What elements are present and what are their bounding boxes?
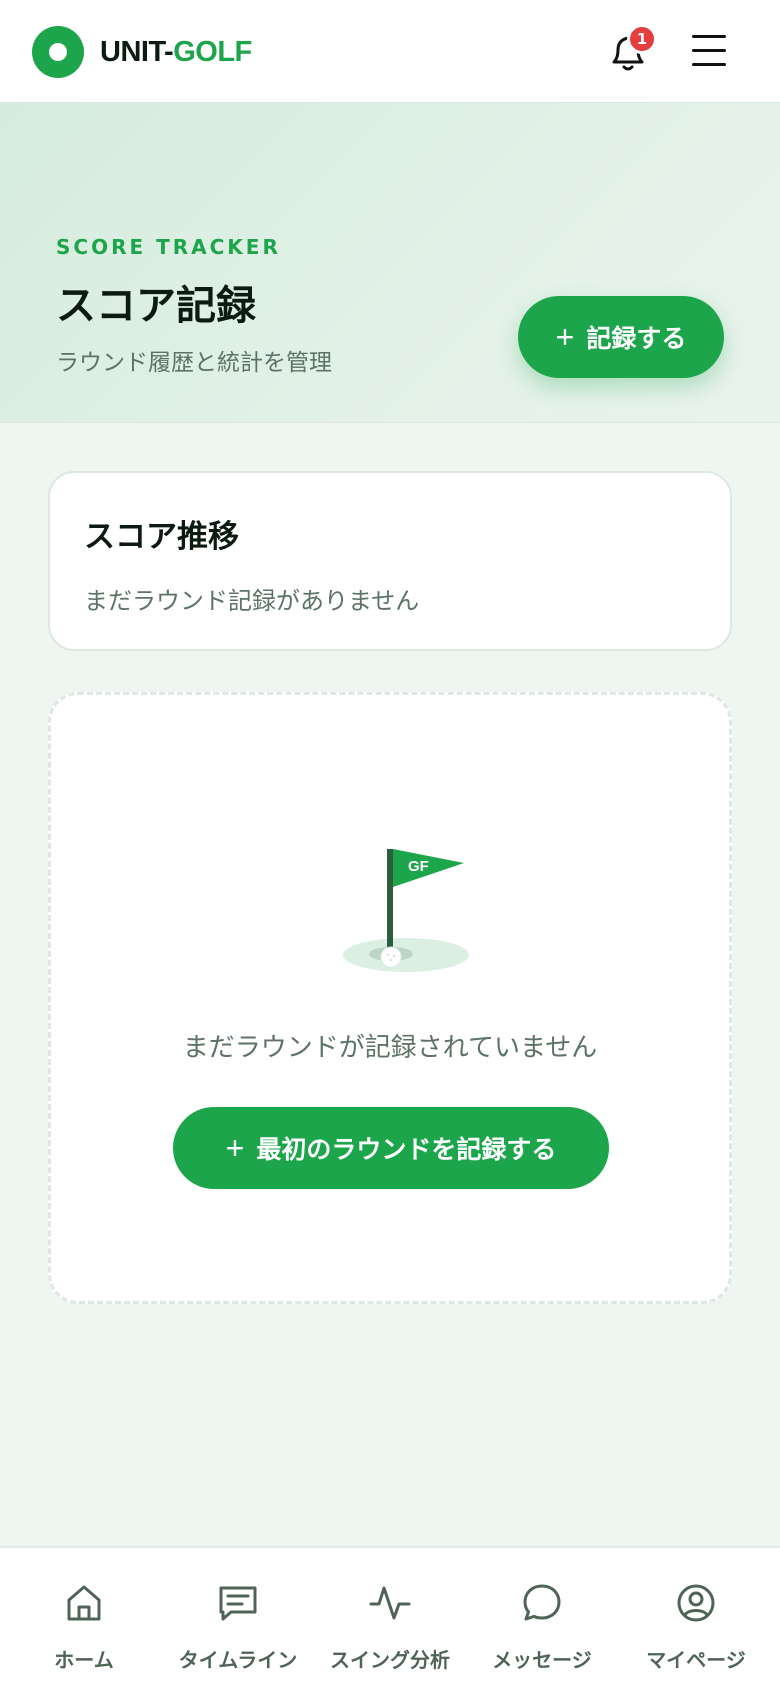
nav-item-my-page[interactable]: マイページ bbox=[618, 1548, 774, 1688]
activity-icon bbox=[369, 1586, 411, 1620]
nav-item-swing-analysis[interactable]: スイング分析 bbox=[312, 1548, 468, 1688]
logo-prefix: UNIT- bbox=[100, 36, 174, 68]
nav-label-timeline: タイムライン bbox=[178, 1648, 298, 1672]
nav-label-home: ホーム bbox=[54, 1648, 114, 1672]
golf-flag-icon: GF bbox=[341, 835, 471, 975]
logo-text[interactable]: UNIT-GOLF bbox=[100, 32, 252, 72]
empty-state-message: まだラウンドが記録されていません bbox=[182, 1033, 598, 1063]
record-first-round-button[interactable]: + 最初のラウンドを記録する bbox=[173, 1107, 609, 1189]
record-button-label: 記録する bbox=[586, 325, 687, 353]
score-trend-card: スコア推移 まだラウンド記録がありません bbox=[48, 471, 732, 651]
logo-accent: GOLF bbox=[173, 36, 252, 68]
score-page: UNIT-GOLF 1 SCORE TRACKER スコア記録 ラウンド履歴と統… bbox=[0, 0, 780, 1688]
nav-item-timeline[interactable]: タイムライン bbox=[160, 1548, 316, 1688]
empty-rounds-card: GF まだラウンドが記録されていません + 最初のラウンドを記録する bbox=[48, 692, 732, 1304]
score-trend-empty-text: まだラウンド記録がありません bbox=[84, 587, 420, 615]
notification-badge: 1 bbox=[627, 24, 657, 54]
nav-label-swing-analysis: スイング分析 bbox=[330, 1648, 450, 1672]
nav-label-my-page: マイページ bbox=[646, 1648, 746, 1672]
plus-icon: + bbox=[225, 1130, 245, 1166]
home-icon bbox=[67, 1585, 101, 1621]
page-title: スコア記録 bbox=[56, 283, 256, 329]
nav-label-messages: メッセージ bbox=[492, 1648, 592, 1672]
user-circle-icon bbox=[677, 1584, 715, 1622]
hamburger-menu-icon[interactable] bbox=[690, 32, 730, 72]
nav-item-home[interactable]: ホーム bbox=[6, 1548, 162, 1688]
nav-item-messages[interactable]: メッセージ bbox=[464, 1548, 620, 1688]
record-first-round-label: 最初のラウンドを記録する bbox=[256, 1136, 557, 1164]
bottom-navigation: ホーム タイムライン スイング分析 メッセージ マイページ bbox=[0, 1546, 780, 1688]
plus-icon: + bbox=[555, 319, 575, 355]
hero-eyebrow: SCORE TRACKER bbox=[56, 235, 281, 259]
app-header: UNIT-GOLF 1 bbox=[0, 0, 780, 103]
score-trend-title: スコア推移 bbox=[84, 519, 239, 555]
hero-section: SCORE TRACKER スコア記録 ラウンド履歴と統計を管理 + 記録する bbox=[0, 103, 780, 423]
timeline-icon bbox=[219, 1586, 257, 1621]
page-subtitle: ラウンド履歴と統計を管理 bbox=[56, 350, 332, 376]
flag-text: GF bbox=[408, 858, 429, 875]
logo-icon[interactable] bbox=[32, 26, 84, 78]
message-icon bbox=[523, 1584, 561, 1621]
record-button[interactable]: + 記録する bbox=[518, 296, 724, 378]
